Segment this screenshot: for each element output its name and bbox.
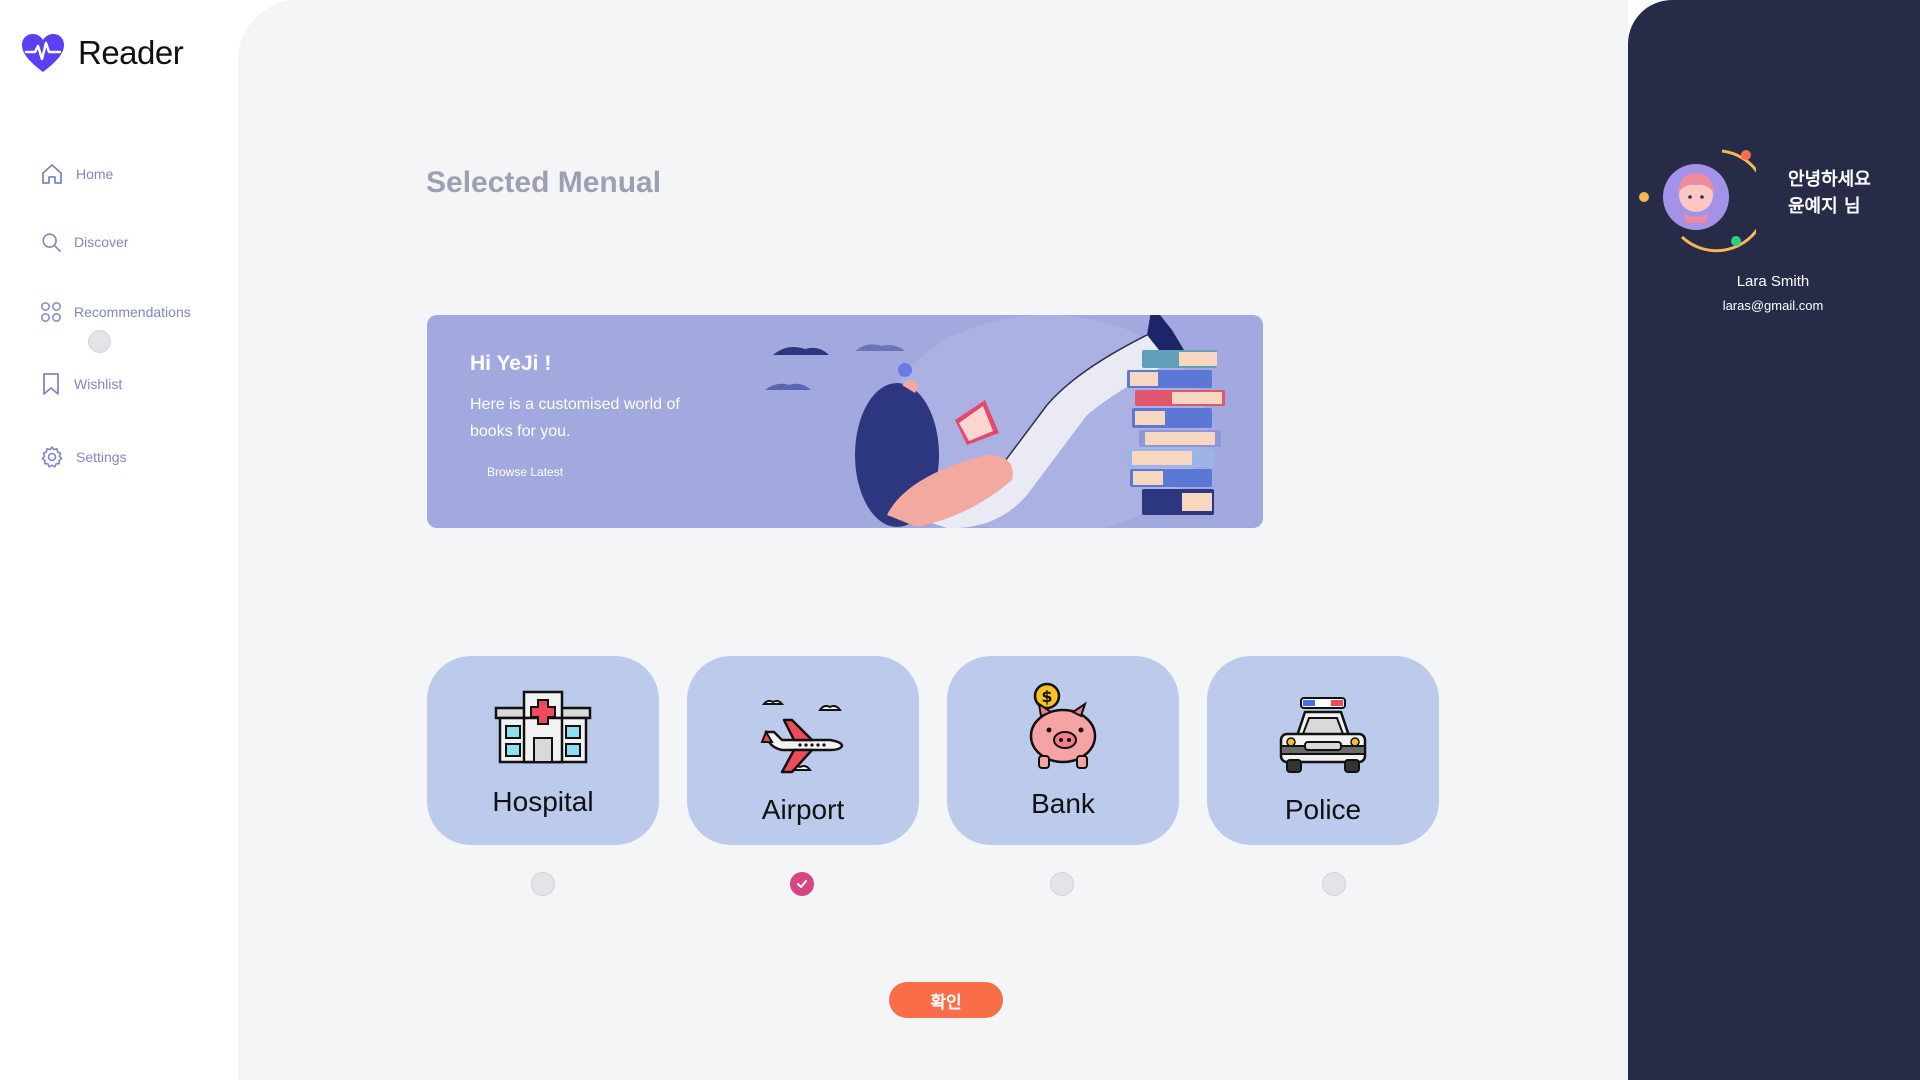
user-email: laras@gmail.com (1722, 298, 1824, 313)
avatar[interactable] (1636, 145, 1768, 259)
radio-bank[interactable] (1050, 872, 1074, 896)
grid-icon (41, 302, 61, 322)
sidebar-item-label: Home (76, 166, 114, 182)
option-label: Police (1284, 794, 1362, 825)
heart-pulse-icon (22, 34, 64, 72)
radio-police[interactable] (1322, 872, 1346, 896)
greeting-line-1: 안녕하세요 (1788, 169, 1871, 190)
hospital-icon (494, 690, 592, 764)
radio-airport[interactable] (790, 872, 814, 896)
sidebar-item-label: Discover (74, 234, 129, 250)
confirm-button[interactable]: 확인 (889, 982, 1003, 1018)
option-card-airport[interactable]: Airport (687, 656, 919, 845)
banner-greeting: Hi YeJi ! (470, 352, 552, 375)
sidebar-item-recommendations[interactable]: Recommendations (40, 301, 191, 323)
banner-text: Here is a customised world of books for … (470, 396, 680, 440)
option-label: Airport (761, 794, 845, 825)
sidebar-item-discover[interactable]: Discover (40, 231, 128, 253)
piggy-bank-icon: $ (1029, 682, 1097, 769)
welcome-banner: Hi YeJi ! Here is a customised world of … (427, 315, 1263, 528)
home-icon (42, 164, 62, 184)
sidebar: Reader Home Discover Recommendations Wis… (0, 0, 238, 1080)
page-title: Selected Menual (426, 166, 662, 199)
option-card-police[interactable]: Police (1207, 656, 1439, 845)
sidebar-item-settings[interactable]: Settings (40, 445, 127, 469)
bookmark-icon (43, 373, 59, 395)
profile-panel: 안녕하세요 윤예지 님 Lara Smith laras@gmail.com (1628, 0, 1920, 1080)
browse-latest-link[interactable]: Browse Latest (487, 465, 563, 479)
police-car-icon (1279, 697, 1367, 773)
app-name: Reader (78, 34, 184, 71)
airplane-icon (760, 699, 844, 774)
svg-text:$: $ (1041, 687, 1052, 706)
avatar-illustration (1639, 149, 1768, 253)
search-icon (42, 233, 61, 252)
sidebar-item-label: Wishlist (74, 376, 123, 392)
sidebar-item-home[interactable]: Home (40, 162, 113, 186)
greeting-line-2: 윤예지 님 (1788, 196, 1861, 217)
check-icon (797, 880, 807, 888)
option-label: Bank (1031, 788, 1095, 819)
option-card-hospital[interactable]: Hospital (427, 656, 659, 845)
radio-hospital[interactable] (531, 872, 555, 896)
sidebar-item-label: Recommendations (74, 304, 191, 320)
sidebar-item-wishlist[interactable]: Wishlist (40, 372, 122, 396)
main-content: Selected Menual Hi YeJi ! Here is a cust… (238, 0, 1628, 1080)
user-name: Lara Smith (1736, 273, 1810, 290)
nav-indicator-dot (88, 330, 111, 353)
gear-icon (41, 446, 63, 468)
profile-greeting: 안녕하세요 윤예지 님 (1788, 166, 1871, 220)
app-logo[interactable]: Reader (20, 32, 184, 74)
sidebar-item-label: Settings (76, 449, 127, 465)
option-label: Hospital (492, 786, 594, 817)
option-card-bank[interactable]: $ Bank (947, 656, 1179, 845)
